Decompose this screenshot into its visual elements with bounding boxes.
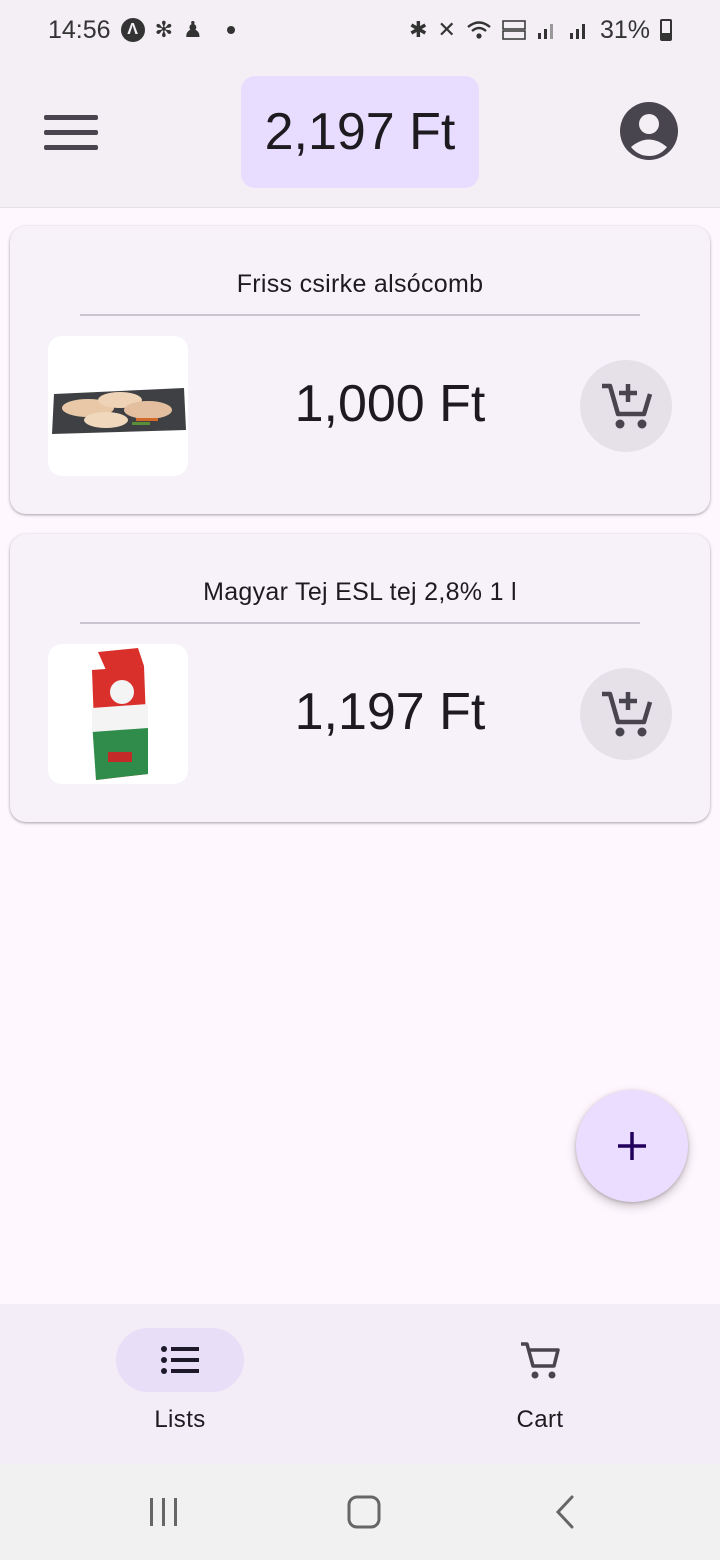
product-price: 1,197 Ft [294, 683, 486, 741]
milk-carton-image [48, 644, 188, 784]
add-to-cart-button[interactable] [580, 668, 672, 760]
status-time: 14:56 [48, 15, 111, 44]
account-circle-icon [620, 102, 678, 160]
dot-icon [226, 26, 235, 34]
artificial-intelligence-icon: Λ [120, 18, 145, 42]
product-name: Friss csirke alsócomb [236, 270, 484, 298]
product-price: 1,000 Ft [294, 375, 486, 433]
back-button[interactable] [548, 1494, 588, 1530]
nav-label: Lists [154, 1406, 206, 1433]
app-bar: 2,197 Ft [0, 60, 720, 208]
list-icon [161, 1346, 199, 1374]
add-to-cart-button[interactable] [580, 360, 672, 452]
volte-icon [502, 20, 526, 40]
menu-icon-line [44, 144, 98, 150]
product-card[interactable]: Friss csirke alsócomb 1,000 Ft [10, 226, 710, 514]
nav-indicator [476, 1328, 604, 1392]
status-bar-right: ✱ ✕ 31% [409, 16, 672, 45]
nav-indicator [116, 1328, 244, 1392]
home-icon [347, 1495, 381, 1529]
signal-icon [537, 24, 553, 39]
account-button[interactable] [620, 102, 678, 160]
card-divider [80, 314, 640, 316]
nav-label: Cart [516, 1406, 564, 1433]
product-card[interactable]: Magyar Tej ESL tej 2,8% 1 l 1,197 Ft [10, 534, 710, 822]
wifi-icon [467, 21, 491, 39]
recent-apps-icon [150, 1498, 177, 1526]
home-button[interactable] [344, 1494, 384, 1530]
add-shopping-cart-icon [602, 383, 653, 429]
add-shopping-cart-icon [602, 691, 653, 737]
product-name: Magyar Tej ESL tej 2,8% 1 l [203, 578, 517, 606]
chicken-drumsticks-image [48, 336, 188, 476]
card-divider [80, 622, 640, 624]
mute-icon: ✕ [437, 17, 456, 42]
status-bar: 14:56 Λ ✻ ♟ ✱ ✕ 31% [0, 0, 720, 60]
nav-item-lists[interactable]: Lists [80, 1328, 280, 1448]
status-bar-left: 14:56 Λ ✻ ♟ [48, 16, 235, 45]
system-navigation-bar [0, 1464, 720, 1560]
plus-icon [618, 1132, 646, 1160]
menu-button[interactable] [36, 102, 106, 162]
total-price: 2,197 Ft [241, 76, 479, 188]
cart-icon [521, 1342, 560, 1379]
battery-icon [660, 19, 672, 41]
signal-icon [569, 24, 585, 39]
menu-icon-line [44, 114, 98, 120]
battery-percent: 31% [599, 15, 650, 44]
bottom-navigation: Lists Cart [0, 1304, 720, 1464]
add-item-fab[interactable] [576, 1090, 688, 1202]
nav-item-cart[interactable]: Cart [440, 1328, 640, 1448]
recent-apps-button[interactable] [144, 1494, 184, 1530]
menu-icon-line [44, 129, 98, 135]
shield-person-icon: ♟ [183, 17, 203, 42]
bluetooth-icon: ✱ [409, 17, 428, 42]
back-icon [555, 1495, 574, 1529]
fan-icon: ✻ [154, 17, 173, 42]
